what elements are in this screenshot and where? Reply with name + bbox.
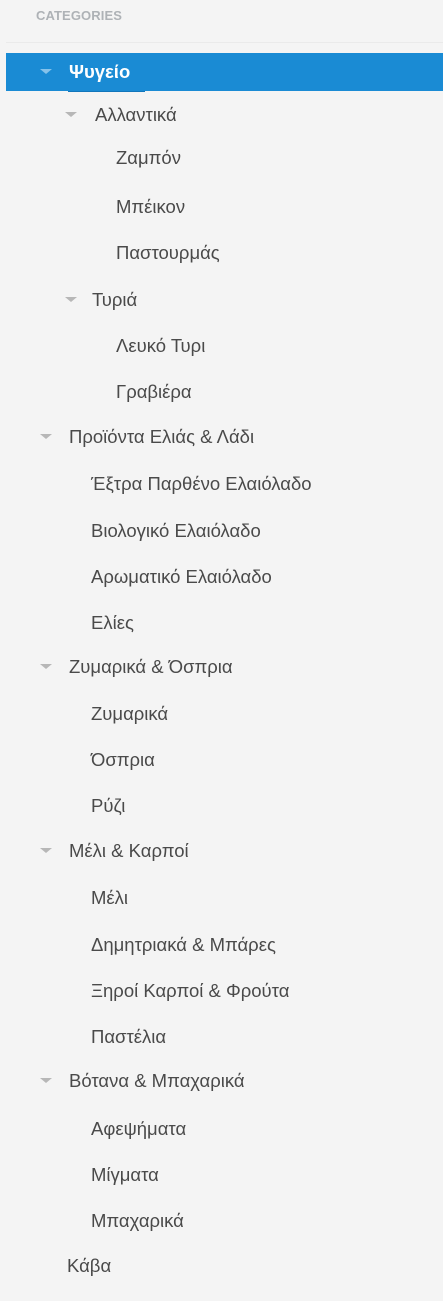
category-label: Μέλι & Καρποί <box>69 840 189 861</box>
category-label: Αφεψήματα <box>91 1118 187 1139</box>
category-label: Ελίες <box>91 612 134 633</box>
category-label: Βότανα & Μπαχαρικά <box>69 1070 245 1091</box>
category-label: Μίγματα <box>91 1164 159 1185</box>
category-item-white-cheese[interactable]: Λευκό Τυρι <box>6 327 443 365</box>
category-item-infusions[interactable]: Αφεψήματα <box>6 1110 443 1148</box>
category-item-honey[interactable]: Μέλι <box>6 879 443 917</box>
category-label: Ρύζι <box>91 795 126 816</box>
divider <box>6 42 443 43</box>
caret-down-icon[interactable] <box>64 96 78 134</box>
category-item-fridge[interactable]: Ψυγείο <box>6 53 443 91</box>
category-item-cold-cuts[interactable]: Αλλαντικά <box>6 96 443 134</box>
category-label: Κάβα <box>67 1255 112 1276</box>
category-label: Παστουρμάς <box>116 242 220 263</box>
category-label: Μπαχαρικά <box>91 1210 184 1231</box>
category-label: Τυριά <box>92 289 138 310</box>
category-label: Δημητριακά & Μπάρες <box>91 934 276 955</box>
caret-down-icon[interactable] <box>39 418 53 456</box>
category-item-honey-nuts[interactable]: Μέλι & Καρποί <box>6 832 443 870</box>
category-label: Αλλαντικά <box>95 104 177 125</box>
caret-down-icon[interactable] <box>39 53 53 91</box>
category-label: Βιολογικό Ελαιόλαδο <box>91 520 261 541</box>
category-item-pasta[interactable]: Ζυμαρικά <box>6 695 443 733</box>
category-label: Ζαμπόν <box>116 147 181 168</box>
category-item-extra-virgin-olive-oil[interactable]: Έξτρα Παρθένο Ελαιόλαδο <box>6 465 443 503</box>
category-item-olives[interactable]: Ελίες <box>6 604 443 642</box>
category-label: Παστέλια <box>91 1026 167 1047</box>
category-label: Μπέικον <box>116 196 186 217</box>
category-label: Ψυγείο <box>69 61 131 82</box>
category-label: Λευκό Τυρι <box>116 335 206 356</box>
category-item-cereals-bars[interactable]: Δημητριακά & Μπάρες <box>6 926 443 964</box>
category-item-herbs-spices[interactable]: Βότανα & Μπαχαρικά <box>6 1062 443 1100</box>
category-item-rice[interactable]: Ρύζι <box>6 787 443 825</box>
caret-down-icon[interactable] <box>39 1062 53 1100</box>
categories-heading: CATEGORIES <box>36 8 122 23</box>
category-item-blends[interactable]: Μίγματα <box>6 1156 443 1194</box>
category-item-cheeses[interactable]: Τυριά <box>6 281 443 319</box>
category-label: Ζυμαρικά <box>91 703 169 724</box>
category-item-bacon[interactable]: Μπέικον <box>6 188 443 226</box>
category-item-olive-products[interactable]: Προϊόντα Ελιάς & Λάδι <box>6 418 443 456</box>
categories-panel: CATEGORIES Ψυγείο Αλλαντικά Ζαμπόν Μπέικ… <box>0 0 443 1301</box>
category-item-dried-nuts-fruits[interactable]: Ξηροί Καρποί & Φρούτα <box>6 972 443 1010</box>
caret-down-icon[interactable] <box>39 832 53 870</box>
category-item-graviera[interactable]: Γραβιέρα <box>6 373 443 411</box>
category-item-organic-olive-oil[interactable]: Βιολογικό Ελαιόλαδο <box>6 512 443 550</box>
caret-down-icon[interactable] <box>39 648 53 686</box>
category-label: Αρωματικό Ελαιόλαδο <box>91 566 272 587</box>
category-label: Ζυμαρικά & Όσπρια <box>69 656 233 677</box>
category-item-ham[interactable]: Ζαμπόν <box>6 139 443 177</box>
category-item-pasta-legumes[interactable]: Ζυμαρικά & Όσπρια <box>6 648 443 686</box>
category-label: Ξηροί Καρποί & Φρούτα <box>91 980 290 1001</box>
category-item-legumes[interactable]: Όσπρια <box>6 741 443 779</box>
category-label: Έξτρα Παρθένο Ελαιόλαδο <box>91 473 312 494</box>
category-item-flavored-olive-oil[interactable]: Αρωματικό Ελαιόλαδο <box>6 558 443 596</box>
category-label: Μέλι <box>91 887 129 908</box>
category-item-spices[interactable]: Μπαχαρικά <box>6 1202 443 1240</box>
category-label: Γραβιέρα <box>116 381 192 402</box>
category-label: Όσπρια <box>91 749 155 770</box>
category-label: Προϊόντα Ελιάς & Λάδι <box>69 426 255 447</box>
category-item-pastourma[interactable]: Παστουρμάς <box>6 234 443 272</box>
category-item-pastelia[interactable]: Παστέλια <box>6 1018 443 1056</box>
category-item-cava[interactable]: Κάβα <box>6 1247 443 1285</box>
caret-down-icon[interactable] <box>64 281 78 319</box>
